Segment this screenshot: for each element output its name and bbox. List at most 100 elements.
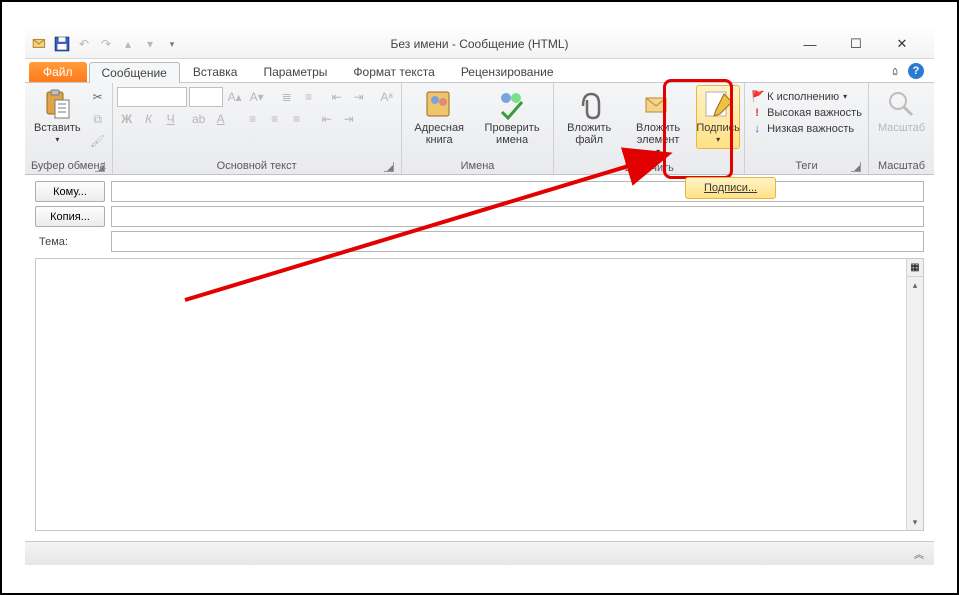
- tab-options[interactable]: Параметры: [250, 61, 340, 82]
- ruler-toggle-icon[interactable]: ▦: [907, 259, 923, 277]
- titlebar: ↶ ↷ ▴ ▾ ▾ Без имени - Сообщение (HTML) —…: [25, 30, 934, 59]
- indent-left-icon[interactable]: ⇤: [317, 109, 337, 129]
- maximize-button[interactable]: ☐: [842, 34, 870, 54]
- subject-field[interactable]: [111, 231, 924, 252]
- grow-font-icon[interactable]: A▴: [225, 87, 245, 107]
- to-button[interactable]: Кому...: [35, 181, 105, 202]
- underline-button[interactable]: Ч: [161, 109, 181, 129]
- cut-icon[interactable]: ✂: [88, 87, 108, 107]
- tab-format-text[interactable]: Формат текста: [340, 61, 447, 82]
- font-color-icon[interactable]: A: [211, 109, 231, 129]
- address-book-button[interactable]: Адресная книга: [406, 85, 473, 149]
- tags-launcher[interactable]: [851, 162, 861, 172]
- qat-prev-icon[interactable]: ▴: [119, 35, 137, 53]
- cc-field[interactable]: [111, 206, 924, 227]
- signature-button[interactable]: Подпись ▾: [696, 85, 740, 149]
- clear-format-icon[interactable]: Aᵃ: [377, 87, 397, 107]
- address-book-label: Адресная книга: [411, 122, 468, 146]
- attach-file-button[interactable]: Вложить файл: [558, 85, 620, 149]
- flag-icon: 🚩: [751, 90, 763, 103]
- group-zoom: Масштаб Масштаб: [869, 83, 934, 174]
- vertical-scrollbar[interactable]: ▦ ▴ ▾: [906, 259, 923, 530]
- magnifier-icon: [885, 88, 917, 120]
- message-header: Кому... Копия... Тема:: [25, 175, 934, 252]
- font-launcher[interactable]: [384, 162, 394, 172]
- qat-customize-icon[interactable]: ▾: [163, 35, 181, 53]
- low-importance-icon: ↓: [751, 123, 763, 135]
- signature-dropdown-item[interactable]: Подписи...: [685, 177, 776, 199]
- high-importance-button[interactable]: ! Высокая важность: [749, 106, 864, 120]
- scroll-down-icon[interactable]: ▾: [907, 514, 923, 530]
- format-painter-icon[interactable]: 🖌: [88, 131, 108, 151]
- clipboard-launcher[interactable]: [95, 162, 105, 172]
- scroll-up-icon[interactable]: ▴: [907, 277, 923, 293]
- chevron-down-icon: ▾: [55, 134, 59, 146]
- chevron-down-icon: ▾: [843, 92, 847, 101]
- check-names-icon: [496, 88, 528, 120]
- tab-message[interactable]: Сообщение: [89, 62, 180, 83]
- check-names-button[interactable]: Проверить имена: [475, 85, 550, 149]
- expand-icon[interactable]: ︽: [914, 546, 924, 561]
- ribbon-minimize-icon[interactable]: ۵: [892, 65, 898, 78]
- attach-item-button[interactable]: Вложить элемент ▾: [622, 85, 694, 161]
- highlight-icon[interactable]: ab: [189, 109, 209, 129]
- signatures-label: Подписи...: [704, 182, 757, 194]
- group-include-label: Включить: [558, 161, 740, 176]
- quick-access-toolbar: ↶ ↷ ▴ ▾ ▾: [25, 35, 181, 53]
- address-book-icon: [423, 88, 455, 120]
- qat-undo-icon[interactable]: ↶: [75, 35, 93, 53]
- screenshot-frame: ↶ ↷ ▴ ▾ ▾ Без имени - Сообщение (HTML) —…: [0, 0, 959, 595]
- tab-review[interactable]: Рецензирование: [448, 61, 567, 82]
- qat-redo-icon[interactable]: ↷: [97, 35, 115, 53]
- tab-insert[interactable]: Вставка: [180, 61, 251, 82]
- to-field[interactable]: [111, 181, 924, 202]
- font-size-combo[interactable]: [189, 87, 223, 107]
- chevron-down-icon: ▾: [716, 134, 720, 146]
- message-body[interactable]: ▦ ▴ ▾: [35, 258, 924, 531]
- group-font-label: Основной текст: [117, 159, 397, 174]
- qat-next-icon[interactable]: ▾: [141, 35, 159, 53]
- align-right-icon[interactable]: ≡: [287, 109, 307, 129]
- help-icon[interactable]: ?: [908, 63, 924, 79]
- chevron-down-icon: ▾: [656, 146, 660, 158]
- align-left-icon[interactable]: ≡: [243, 109, 263, 129]
- copy-icon[interactable]: ⧉: [88, 109, 108, 129]
- shrink-font-icon[interactable]: A▾: [247, 87, 267, 107]
- zoom-button[interactable]: Масштаб: [873, 85, 930, 137]
- high-importance-label: Высокая важность: [767, 107, 862, 119]
- bold-button[interactable]: Ж: [117, 109, 137, 129]
- italic-button[interactable]: К: [139, 109, 159, 129]
- signature-icon: [702, 88, 734, 120]
- minimize-button[interactable]: —: [796, 34, 824, 54]
- numbering-icon[interactable]: ≡: [299, 87, 319, 107]
- paste-label: Вставить: [34, 122, 81, 134]
- tab-file[interactable]: Файл: [29, 62, 87, 82]
- qat-send-receive-icon[interactable]: [31, 35, 49, 53]
- group-zoom-label: Масштаб: [873, 159, 930, 174]
- qat-save-icon[interactable]: [53, 35, 71, 53]
- zoom-label: Масштаб: [878, 122, 925, 134]
- low-importance-button[interactable]: ↓ Низкая важность: [749, 122, 856, 136]
- group-include: Вложить файл Вложить элемент ▾ Подпись: [554, 83, 745, 174]
- group-clipboard-label: Буфер обмена: [29, 159, 108, 174]
- close-button[interactable]: ✕: [888, 34, 916, 54]
- group-tags: 🚩 К исполнению ▾ ! Высокая важность ↓ Ни…: [745, 83, 869, 174]
- follow-up-button[interactable]: 🚩 К исполнению ▾: [749, 89, 849, 104]
- attach-item-label: Вложить элемент: [627, 122, 689, 146]
- indent-icon[interactable]: ⇥: [349, 87, 369, 107]
- attach-item-icon: [642, 88, 674, 120]
- group-font: A▴ A▾ ≣ ≡ ⇤ ⇥ Aᵃ Ж К Ч: [113, 83, 402, 174]
- font-name-combo[interactable]: [117, 87, 187, 107]
- cc-button[interactable]: Копия...: [35, 206, 105, 227]
- high-importance-icon: !: [751, 107, 763, 119]
- outlook-compose-window: ↶ ↷ ▴ ▾ ▾ Без имени - Сообщение (HTML) —…: [25, 30, 934, 565]
- group-names: Адресная книга Проверить имена Имена: [402, 83, 555, 174]
- bullets-icon[interactable]: ≣: [277, 87, 297, 107]
- attach-file-label: Вложить файл: [563, 122, 615, 146]
- paste-button[interactable]: Вставить ▾: [29, 85, 86, 149]
- align-center-icon[interactable]: ≡: [265, 109, 285, 129]
- outdent-icon[interactable]: ⇤: [327, 87, 347, 107]
- group-clipboard: Вставить ▾ ✂ ⧉ 🖌 Буфер обмена: [25, 83, 113, 174]
- group-names-label: Имена: [406, 159, 550, 174]
- indent-right-icon[interactable]: ⇥: [339, 109, 359, 129]
